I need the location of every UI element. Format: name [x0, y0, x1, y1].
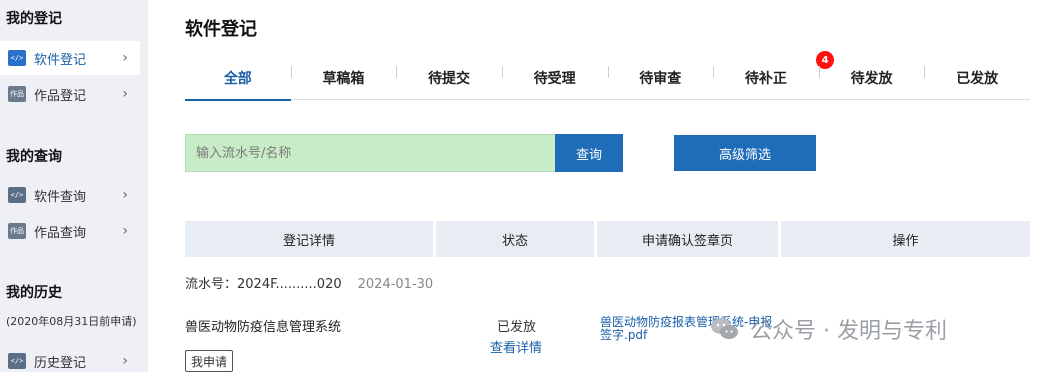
tab-label: 待发放 [850, 71, 893, 87]
sidebar-section-title: 我的登记 [6, 11, 62, 27]
sidebar-item-work-query[interactable]: 作品 作品查询 › [0, 214, 140, 248]
document-icon: 作品 [8, 223, 26, 239]
status-tabs: 全部 草稿箱 待提交 待受理 待审查 待补正 4 待发放 已发放 [185, 51, 1030, 101]
sidebar-item-label: 作品查询 [34, 225, 87, 241]
watermark: 公众号 · 发明与专利 [708, 312, 947, 346]
tab-pending-issue[interactable]: 待发放 [818, 56, 925, 100]
chevron-right-icon: › [122, 50, 128, 66]
tab-label: 待提交 [428, 71, 471, 87]
column-header-signature-page: 申请确认签章页 [597, 221, 778, 257]
applicant-tag: 我申请 [185, 350, 234, 372]
sidebar-item-work-registration[interactable]: 作品 作品登记 › [0, 77, 140, 111]
sidebar-item-label: 作品登记 [34, 88, 87, 104]
record-date: 2024-01-30 [357, 277, 434, 292]
column-header-status: 状态 [436, 221, 594, 257]
tab-label: 待审查 [639, 71, 682, 87]
tab-label: 草稿箱 [322, 71, 365, 87]
page-title: 软件登记 [185, 19, 257, 40]
watermark-text: 公众号 · 发明与专利 [750, 319, 947, 344]
record-name: 兽医动物防疫信息管理系统 [185, 320, 342, 335]
tab-pending-review[interactable]: 待审查 [607, 56, 714, 100]
view-details-link[interactable]: 查看详情 [490, 337, 542, 356]
sidebar-item-label: 软件登记 [34, 52, 87, 68]
sidebar-item-software-query[interactable]: </> 软件查询 › [0, 178, 140, 212]
sidebar-item-label: 软件查询 [34, 189, 87, 205]
code-icon: </> [8, 50, 26, 66]
advanced-filter-button[interactable]: 高级筛选 [674, 135, 816, 171]
chevron-right-icon: › [122, 353, 128, 369]
sidebar-history-note: (2020年08月31日前申请) [6, 315, 137, 328]
chevron-right-icon: › [122, 223, 128, 239]
tab-label: 待受理 [533, 71, 576, 87]
tab-all[interactable]: 全部 [185, 56, 291, 101]
tab-label: 待补正 [744, 71, 787, 87]
tab-drafts[interactable]: 草稿箱 [290, 56, 397, 100]
sidebar-section-title: 我的查询 [6, 149, 62, 165]
code-icon: </> [8, 187, 26, 203]
serial-label: 流水号：2024F..........020 [185, 277, 342, 292]
query-button[interactable]: 查询 [555, 134, 623, 172]
sidebar-item-label: 历史登记 [34, 355, 87, 371]
chevron-right-icon: › [122, 187, 128, 203]
sidebar-item-history-registration[interactable]: </> 历史登记 › [0, 344, 140, 372]
wechat-icon [708, 314, 742, 344]
tab-label: 已发放 [956, 71, 999, 87]
search-input[interactable] [185, 134, 555, 172]
tab-pending-correction[interactable]: 待补正 4 [713, 51, 835, 100]
tab-issued[interactable]: 已发放 [924, 56, 1030, 100]
tab-label: 全部 [223, 71, 252, 87]
sidebar-section-title: 我的历史 [6, 285, 62, 301]
serial-number: 流水号：2024F..........020 2024-01-30 [185, 273, 433, 292]
tab-pending-accept[interactable]: 待受理 [501, 56, 608, 100]
column-header-actions: 操作 [781, 221, 1030, 257]
code-icon: </> [8, 353, 26, 369]
sidebar: 我的登记 </> 软件登记 › 作品 作品登记 › 我的查询 </> 软件查询 … [0, 0, 148, 372]
document-icon: 作品 [8, 86, 26, 102]
column-header-details: 登记详情 [185, 221, 433, 257]
chevron-right-icon: › [122, 86, 128, 102]
tab-pending-submit[interactable]: 待提交 [396, 56, 502, 100]
sidebar-item-software-registration[interactable]: </> 软件登记 › [0, 41, 140, 75]
record-status: 已发放 [497, 320, 537, 335]
